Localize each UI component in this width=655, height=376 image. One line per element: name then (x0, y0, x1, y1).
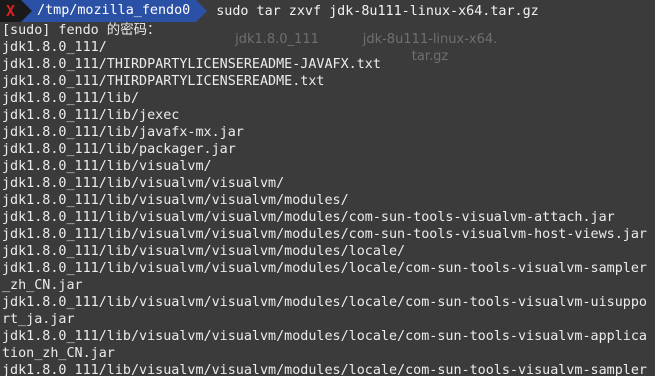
output-line: jdk1.8.0_111/THIRDPARTYLICENSEREADME.txt (2, 74, 325, 89)
output-line: jdk1.8.0_111/lib/visualvm/visualvm/modul… (2, 193, 349, 208)
output-line: jdk1.8.0_111/lib/visualvm/visualvm/modul… (2, 295, 647, 310)
prompt-path: /tmp/mozilla_fendo0 (21, 0, 208, 22)
output-line: jdk1.8.0_111/lib/jexec (2, 108, 180, 123)
output-line: jdk1.8.0_111/lib/visualvm/ (2, 159, 212, 174)
output-line: rt_ja.jar (2, 312, 75, 327)
command-text: sudo tar zxvf jdk-8u111-linux-x64.tar.gz (216, 3, 539, 19)
output-line: jdk1.8.0_111/lib/ (2, 91, 140, 106)
output-line: jdk1.8.0_111/lib/visualvm/visualvm/modul… (2, 261, 647, 276)
output-line: jdk1.8.0_111/lib/visualvm/visualvm/modul… (2, 363, 647, 376)
error-status-icon: X (0, 0, 33, 22)
output-line: jdk1.8.0_111/lib/visualvm/visualvm/modul… (2, 210, 615, 225)
output-line: jdk1.8.0_111/lib/javafx-mx.jar (2, 125, 244, 140)
shell-prompt: X /tmp/mozilla_fendo0 sudo tar zxvf jdk-… (0, 0, 655, 22)
output-line: jdk1.8.0_111/ (2, 40, 107, 55)
output-line: _zh_CN.jar (2, 278, 83, 293)
output-line: jdk1.8.0_111/lib/visualvm/visualvm/modul… (2, 329, 647, 344)
output-line: [sudo] fendo 的密码： (2, 23, 161, 38)
output-line: jdk1.8.0_111/lib/visualvm/visualvm/modul… (2, 227, 647, 242)
output-line: jdk1.8.0_111/lib/visualvm/visualvm/ (2, 176, 285, 191)
output-line: jdk1.8.0_111/lib/packager.jar (2, 142, 236, 157)
output-line: jdk1.8.0_111/THIRDPARTYLICENSEREADME-JAV… (2, 57, 381, 72)
terminal-window[interactable]: jdk1.8.0_111 jdk-8u111-linux-x64. tar.gz… (0, 0, 655, 376)
output-line: jdk1.8.0_111/lib/visualvm/visualvm/modul… (2, 244, 406, 259)
output-line: tion_zh_CN.jar (2, 346, 115, 361)
terminal-output: [sudo] fendo 的密码： jdk1.8.0_111/jdk1.8.0_1… (0, 22, 655, 376)
